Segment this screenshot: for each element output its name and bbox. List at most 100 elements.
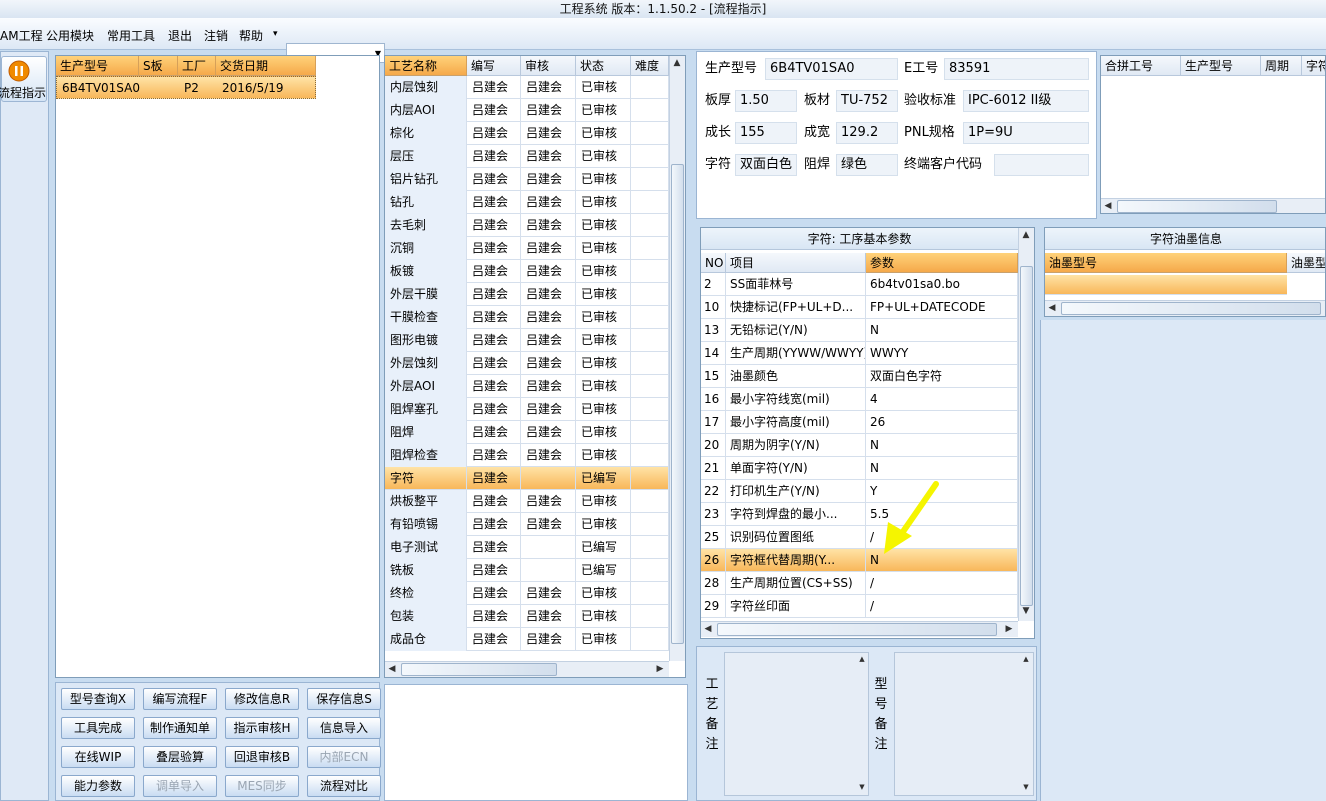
scroll-right-icon[interactable]: ▶: [1002, 624, 1016, 634]
make-notice-button[interactable]: 制作通知单: [143, 717, 217, 739]
table-row[interactable]: 外层蚀刻 吕建会 吕建会 已审核: [385, 352, 669, 375]
table-row[interactable]: 板镀 吕建会 吕建会 已审核: [385, 260, 669, 283]
process-hscroll[interactable]: ◀ ▶: [385, 661, 669, 677]
scroll-left-icon[interactable]: ◀: [385, 664, 399, 674]
table-row[interactable]: 有铅喷锡 吕建会 吕建会 已审核: [385, 513, 669, 536]
table-row[interactable]: 28 生产周期位置(CS+SS) /: [701, 572, 1018, 595]
table-row[interactable]: 烘板整平 吕建会 吕建会 已审核: [385, 490, 669, 513]
table-row[interactable]: 去毛刺 吕建会 吕建会 已审核: [385, 214, 669, 237]
table-row[interactable]: 16 最小字符线宽(mil) 4: [701, 388, 1018, 411]
scroll-up-icon[interactable]: ▲: [670, 58, 684, 68]
scroll-right-icon[interactable]: ▶: [653, 664, 667, 674]
table-row[interactable]: 外层干膜 吕建会 吕建会 已审核: [385, 283, 669, 306]
col-header-status[interactable]: 状态: [576, 56, 631, 76]
col-header-author[interactable]: 编写: [467, 56, 521, 76]
table-row[interactable]: 阻焊塞孔 吕建会 吕建会 已审核: [385, 398, 669, 421]
table-row[interactable]: 22 打印机生产(Y/N) Y: [701, 480, 1018, 503]
table-row[interactable]: 阻焊 吕建会 吕建会 已审核: [385, 421, 669, 444]
col-header-merge-legend[interactable]: 字符: [1302, 56, 1325, 76]
table-row[interactable]: 终检 吕建会 吕建会 已审核: [385, 582, 669, 605]
scroll-thumb[interactable]: [1020, 266, 1033, 606]
scroll-left-icon[interactable]: ◀: [1045, 303, 1059, 313]
field-mask[interactable]: 绿色: [836, 154, 898, 176]
params-hscroll[interactable]: ◀ ▶: [701, 621, 1018, 637]
col-header-process-name[interactable]: 工艺名称: [385, 56, 467, 76]
internal-ecn-button[interactable]: 内部ECN: [307, 746, 381, 768]
table-row[interactable]: [1045, 275, 1287, 295]
table-row[interactable]: 内层蚀刻 吕建会 吕建会 已审核: [385, 76, 669, 99]
table-row[interactable]: 图形电镀 吕建会 吕建会 已审核: [385, 329, 669, 352]
table-row[interactable]: 25 识别码位置图纸 /: [701, 526, 1018, 549]
scroll-up-icon[interactable]: ▲: [855, 655, 869, 663]
table-row[interactable]: 6B4TV01SA0 P2 2016/5/19: [56, 76, 316, 99]
field-material[interactable]: TU-752: [836, 90, 898, 112]
table-row[interactable]: 23 字符到焊盘的最小... 5.5: [701, 503, 1018, 526]
field-width[interactable]: 129.2: [836, 122, 898, 144]
col-header-merge-period[interactable]: 周期: [1261, 56, 1302, 76]
table-row[interactable]: 21 单面字符(Y/N) N: [701, 457, 1018, 480]
col-header-factory[interactable]: 工厂: [178, 56, 216, 76]
table-row[interactable]: 棕化 吕建会 吕建会 已审核: [385, 122, 669, 145]
process-compare-button[interactable]: 流程对比: [307, 775, 381, 797]
col-header-param[interactable]: 参数: [866, 253, 1018, 273]
table-row[interactable]: 13 无铅标记(Y/N) N: [701, 319, 1018, 342]
save-info-button[interactable]: 保存信息S: [307, 688, 381, 710]
menu-exit[interactable]: 退出: [168, 27, 192, 44]
tool-complete-button[interactable]: 工具完成: [61, 717, 135, 739]
col-header-merge-no[interactable]: 合拼工号: [1101, 56, 1181, 76]
indicate-review-button[interactable]: 指示审核H: [225, 717, 299, 739]
scroll-left-icon[interactable]: ◀: [701, 624, 715, 634]
menu-common-module[interactable]: 公用模块: [46, 27, 94, 44]
table-row[interactable]: 电子测试 吕建会 已编写: [385, 536, 669, 559]
scroll-down-icon[interactable]: ▼: [855, 783, 869, 791]
table-row[interactable]: 17 最小字符高度(mil) 26: [701, 411, 1018, 434]
info-import-button[interactable]: 信息导入: [307, 717, 381, 739]
col-header-delivery-date[interactable]: 交货日期: [216, 56, 316, 76]
params-vscroll[interactable]: ▲ ▼: [1018, 228, 1034, 621]
field-eno[interactable]: 83591: [944, 58, 1089, 80]
ink-hscroll[interactable]: ◀: [1045, 300, 1325, 316]
table-row[interactable]: 钻孔 吕建会 吕建会 已审核: [385, 191, 669, 214]
table-row[interactable]: 沉铜 吕建会 吕建会 已审核: [385, 237, 669, 260]
table-row[interactable]: 外层AOI 吕建会 吕建会 已审核: [385, 375, 669, 398]
model-notes-textarea[interactable]: ▲ ▼: [894, 652, 1034, 796]
modify-info-button[interactable]: 修改信息R: [225, 688, 299, 710]
col-header-ink-type[interactable]: 油墨型: [1287, 253, 1325, 273]
table-row[interactable]: 铝片钻孔 吕建会 吕建会 已审核: [385, 168, 669, 191]
table-row[interactable]: 铣板 吕建会 已编写: [385, 559, 669, 582]
field-standard[interactable]: IPC-6012 II级: [963, 90, 1089, 112]
scroll-thumb[interactable]: [1117, 200, 1277, 213]
table-row[interactable]: 阻焊检查 吕建会 吕建会 已审核: [385, 444, 669, 467]
col-header-merge-model[interactable]: 生产型号: [1181, 56, 1261, 76]
merge-hscroll[interactable]: ◀: [1101, 198, 1325, 213]
table-row[interactable]: 层压 吕建会 吕建会 已审核: [385, 145, 669, 168]
table-row[interactable]: 干膜检查 吕建会 吕建会 已审核: [385, 306, 669, 329]
scroll-thumb[interactable]: [401, 663, 557, 676]
table-row[interactable]: 14 生产周期(YYWW/WWYY) WWYY: [701, 342, 1018, 365]
process-vscroll[interactable]: ▲: [669, 56, 685, 661]
order-import-button[interactable]: 调单导入: [143, 775, 217, 797]
flow-indicator-button[interactable]: 流程指示: [0, 56, 47, 102]
col-header-ink-model[interactable]: 油墨型号: [1045, 253, 1287, 273]
table-row[interactable]: 10 快捷标记(FP+UL+D... FP+UL+DATECODE: [701, 296, 1018, 319]
scroll-left-icon[interactable]: ◀: [1101, 201, 1115, 211]
table-row[interactable]: 15 油墨颜色 双面白色字符: [701, 365, 1018, 388]
process-notes-textarea[interactable]: ▲ ▼: [724, 652, 869, 796]
field-customer-code[interactable]: [994, 154, 1089, 176]
edit-process-button[interactable]: 编写流程F: [143, 688, 217, 710]
model-query-button[interactable]: 型号查询X: [61, 688, 135, 710]
field-length[interactable]: 155: [735, 122, 797, 144]
col-header-no[interactable]: NO: [701, 253, 726, 273]
table-row[interactable]: 成品仓 吕建会 吕建会 已审核: [385, 628, 669, 651]
scroll-down-icon[interactable]: ▼: [1019, 783, 1033, 791]
field-legend[interactable]: 双面白色: [735, 154, 797, 176]
scroll-up-icon[interactable]: ▲: [1019, 230, 1033, 240]
field-pnl[interactable]: 1P=9U: [963, 122, 1089, 144]
menu-am-project[interactable]: AM工程: [0, 27, 43, 44]
menu-logout[interactable]: 注销: [204, 27, 228, 44]
scroll-down-icon[interactable]: ▼: [1019, 606, 1033, 616]
scroll-thumb[interactable]: [717, 623, 997, 636]
stackup-check-button[interactable]: 叠层验算: [143, 746, 217, 768]
field-model[interactable]: 6B4TV01SA0: [765, 58, 898, 80]
menu-help[interactable]: 帮助: [239, 27, 263, 44]
